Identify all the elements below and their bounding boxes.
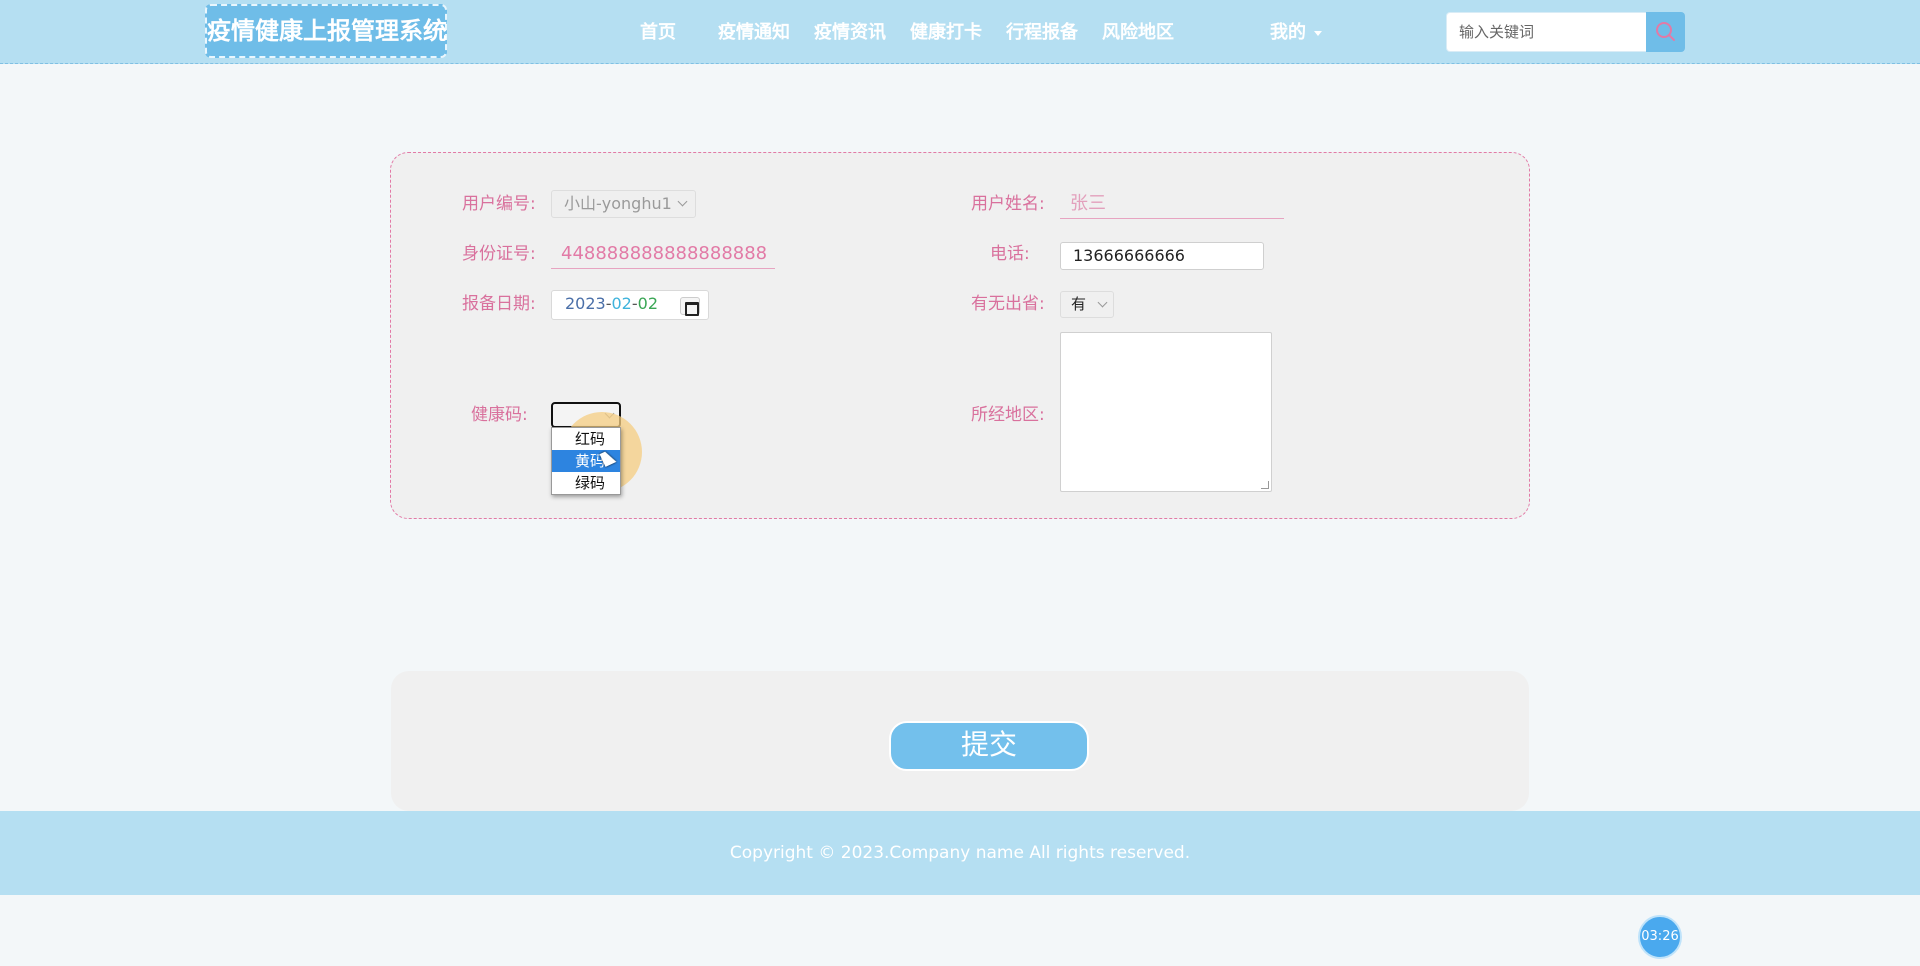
user-name-label: 用户姓名:: [971, 194, 1045, 214]
option-green-code[interactable]: 绿码: [552, 472, 620, 494]
top-header: 疫情健康上报管理系统 首页 疫情通知 疫情资讯 健康打卡 行程报备 风险地区 我…: [0, 0, 1920, 64]
health-code-select[interactable]: [551, 402, 621, 428]
phone-label: 电话:: [990, 244, 1030, 264]
date-month: 02: [611, 294, 632, 313]
nav-health-checkin[interactable]: 健康打卡: [910, 20, 982, 46]
nav-home[interactable]: 首页: [640, 20, 676, 46]
resize-handle-icon[interactable]: [1261, 481, 1269, 489]
clock-badge[interactable]: 03:26: [1638, 915, 1682, 959]
nav-my-label: 我的: [1270, 22, 1306, 43]
chevron-down-icon: [1097, 297, 1108, 308]
nav-my-menu[interactable]: 我的: [1270, 20, 1322, 46]
submit-button[interactable]: 提交: [889, 721, 1089, 771]
date-day: 02: [637, 294, 658, 313]
report-date-input[interactable]: 2023-02-02: [551, 290, 709, 320]
regions-textarea[interactable]: [1060, 332, 1272, 492]
id-number-field[interactable]: 448888888888888888: [551, 241, 775, 269]
chevron-down-icon: [1314, 30, 1322, 36]
user-no-label: 用户编号:: [462, 194, 536, 214]
search-input[interactable]: [1446, 12, 1646, 52]
calendar-icon[interactable]: [680, 297, 700, 316]
search-icon: [1656, 22, 1675, 41]
option-red-code[interactable]: 红码: [552, 428, 620, 450]
out-province-label: 有无出省:: [971, 294, 1045, 314]
regions-label: 所经地区:: [971, 405, 1045, 425]
out-province-select[interactable]: 有: [1060, 291, 1114, 318]
id-number-label: 身份证号:: [462, 244, 536, 264]
out-province-value: 有: [1071, 295, 1087, 313]
health-code-label: 健康码:: [471, 405, 528, 425]
user-no-select: 小山-yonghu1: [551, 190, 696, 218]
user-name-field[interactable]: 张三: [1060, 191, 1284, 219]
report-date-label: 报备日期:: [462, 294, 536, 314]
search-button[interactable]: [1646, 12, 1685, 52]
phone-field[interactable]: 13666666666: [1060, 242, 1264, 270]
nav-epidemic-news[interactable]: 疫情资讯: [814, 20, 886, 46]
site-logo[interactable]: 疫情健康上报管理系统: [205, 4, 447, 58]
user-no-value: 小山-yonghu1: [564, 194, 672, 213]
chevron-down-icon: [604, 408, 615, 419]
nav-risk-areas[interactable]: 风险地区: [1102, 20, 1174, 46]
date-year: 2023: [565, 294, 606, 313]
nav-trip-report[interactable]: 行程报备: [1006, 20, 1078, 46]
chevron-down-icon: [677, 196, 688, 207]
nav-epidemic-notice[interactable]: 疫情通知: [718, 20, 790, 46]
page-footer: Copyright © 2023.Company name All rights…: [0, 811, 1920, 895]
copyright-text: Copyright © 2023.Company name All rights…: [729, 843, 1191, 863]
